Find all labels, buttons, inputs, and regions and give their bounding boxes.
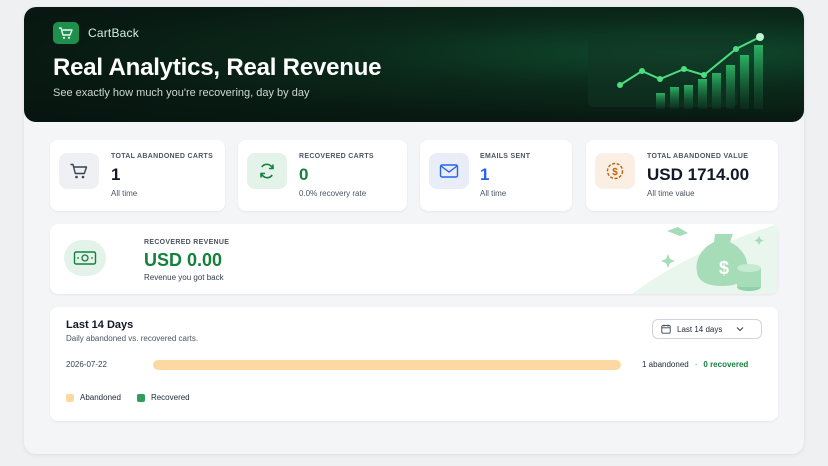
recovered-count: 0 recovered [703, 360, 749, 369]
page-subtitle: See exactly how much you're recovering, … [53, 87, 310, 99]
stat-sub: All time value [647, 189, 695, 198]
stat-value: USD 1714.00 [647, 165, 750, 184]
abandoned-swatch [66, 393, 74, 402]
calendar-icon [661, 324, 671, 334]
legend-label: Abandoned [80, 393, 121, 402]
section-subtitle: Daily abandoned vs. recovered carts. [66, 334, 199, 343]
stat-value: 0 [299, 165, 309, 184]
abandoned-bar-track [153, 360, 621, 370]
revenue-value: USD 0.00 [144, 250, 223, 270]
stat-card-abandoned-carts: TOTAL ABANDONED CARTS 1 All time [50, 140, 225, 211]
cash-icon [64, 240, 106, 276]
legend-label: Recovered [150, 393, 190, 402]
svg-text:$: $ [612, 167, 618, 178]
stat-value: 1 [480, 165, 490, 184]
stat-label: RECOVERED CARTS [299, 153, 374, 160]
stat-label: EMAILS SENT [480, 153, 531, 160]
abandoned-bar [153, 360, 621, 370]
date-range-label: Last 14 days [677, 324, 723, 334]
growth-chart-illustration [588, 33, 764, 109]
section-title: Last 14 Days [66, 319, 134, 331]
row-stats: 1 abandoned · 0 recovered [642, 360, 748, 369]
stat-value: 1 [111, 165, 121, 184]
page-title: Real Analytics, Real Revenue [53, 54, 382, 81]
recovered-swatch [136, 393, 145, 402]
last-14-days-card: Last 14 Days Daily abandoned vs. recover… [50, 307, 778, 421]
hero-banner: CartBack Real Analytics, Real Revenue Se… [24, 7, 804, 122]
stat-label: TOTAL ABANDONED CARTS [111, 153, 214, 160]
stat-sub: All time [111, 189, 138, 198]
revenue-label: RECOVERED REVENUE [144, 239, 230, 246]
refresh-icon [247, 153, 287, 189]
brand: CartBack [53, 22, 139, 44]
svg-text:$: $ [719, 258, 729, 278]
legend-recovered: Recovered [136, 393, 190, 402]
stat-card-emails-sent: EMAILS SENT 1 All time [420, 140, 572, 211]
legend-abandoned: Abandoned [66, 393, 121, 402]
separator-dot: · [694, 360, 698, 369]
revenue-sub: Revenue you got back [144, 273, 224, 282]
brand-name: CartBack [88, 26, 139, 40]
row-date: 2026-07-22 [66, 360, 107, 369]
mail-icon [429, 153, 469, 189]
date-range-dropdown[interactable]: Last 14 days [652, 319, 762, 339]
stat-sub: 0.0% recovery rate [299, 189, 367, 198]
cart-logo-icon [53, 22, 79, 44]
stat-card-abandoned-value: $ TOTAL ABANDONED VALUE USD 1714.00 All … [586, 140, 778, 211]
recovered-revenue-card: RECOVERED REVENUE USD 0.00 Revenue you g… [50, 224, 778, 294]
chart-legend: Abandoned Recovered [66, 393, 190, 402]
stat-card-recovered-carts: RECOVERED CARTS 0 0.0% recovery rate [238, 140, 407, 211]
money-bag-illustration: $ [632, 224, 778, 294]
dollar-coin-icon: $ [595, 153, 635, 189]
abandoned-count: 1 abandoned [642, 360, 689, 369]
cart-icon [59, 153, 99, 189]
stat-label: TOTAL ABANDONED VALUE [647, 153, 749, 160]
stat-sub: All time [480, 189, 507, 198]
app-frame: CartBack Real Analytics, Real Revenue Se… [24, 7, 804, 454]
chevron-down-icon [736, 327, 744, 332]
